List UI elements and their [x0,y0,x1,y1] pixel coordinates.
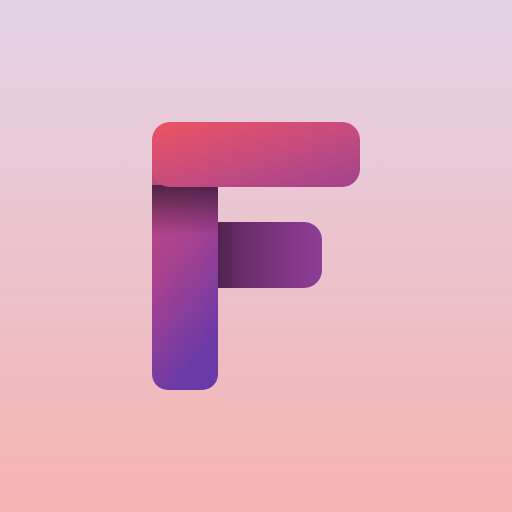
f-stem-shadow [152,185,218,235]
f-logo-icon [0,0,512,512]
app-icon [0,0,512,512]
f-top-bar [152,122,360,187]
f-middle-bar [200,222,322,288]
